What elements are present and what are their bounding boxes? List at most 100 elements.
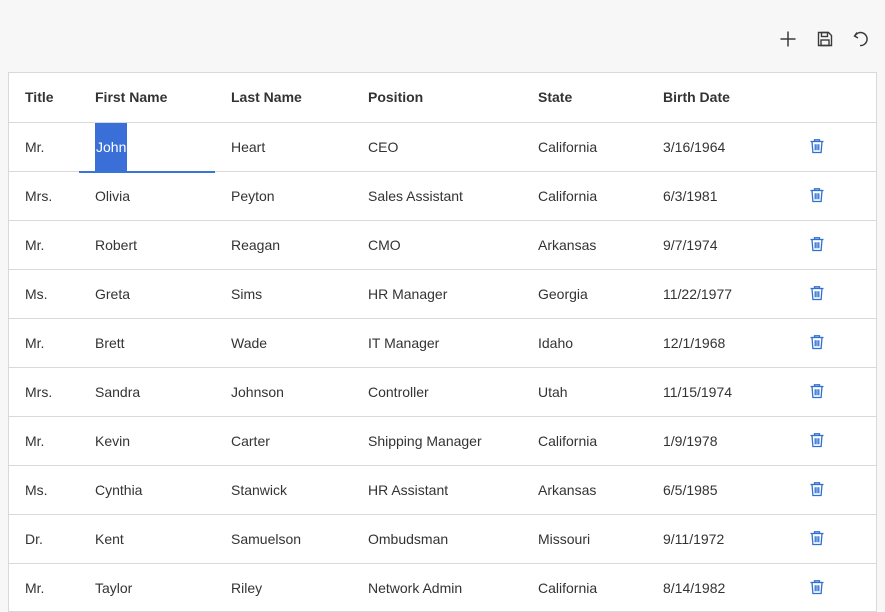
delete-button[interactable] [807, 332, 827, 352]
cell-actions [797, 270, 877, 319]
selected-text[interactable]: John [95, 123, 127, 171]
trash-icon [808, 235, 826, 253]
header-last-name[interactable]: Last Name [215, 73, 352, 122]
cell-title[interactable]: Mr. [9, 417, 79, 466]
header-title[interactable]: Title [9, 73, 79, 122]
cell-last-name[interactable]: Heart [215, 122, 352, 172]
cell-last-name[interactable]: Peyton [215, 172, 352, 221]
cell-actions [797, 466, 877, 515]
cell-birth-date[interactable]: 11/15/1974 [647, 368, 797, 417]
save-icon [815, 29, 835, 49]
header-first-name[interactable]: First Name [79, 73, 215, 122]
cell-birth-date[interactable]: 9/7/1974 [647, 221, 797, 270]
cell-title[interactable]: Mr. [9, 564, 79, 612]
cell-title[interactable]: Ms. [9, 270, 79, 319]
delete-button[interactable] [807, 381, 827, 401]
cell-birth-date[interactable]: 6/5/1985 [647, 466, 797, 515]
delete-button[interactable] [807, 136, 827, 156]
cell-first-name[interactable]: Brett [79, 319, 215, 368]
cell-last-name[interactable]: Reagan [215, 221, 352, 270]
cell-state[interactable]: Arkansas [522, 221, 647, 270]
cell-first-name[interactable]: Robert [79, 221, 215, 270]
cell-first-name[interactable]: Taylor [79, 564, 215, 612]
cell-title[interactable]: Mr. [9, 221, 79, 270]
cell-birth-date[interactable]: 11/22/1977 [647, 270, 797, 319]
table-row: Mr. Brett Wade IT Manager Idaho 12/1/196… [9, 319, 877, 368]
cell-position[interactable]: HR Manager [352, 270, 522, 319]
cell-position[interactable]: Network Admin [352, 564, 522, 612]
cell-state[interactable]: Georgia [522, 270, 647, 319]
cell-state[interactable]: California [522, 417, 647, 466]
cell-last-name[interactable]: Samuelson [215, 515, 352, 564]
cell-position[interactable]: CMO [352, 221, 522, 270]
cell-first-name[interactable]: Kent [79, 515, 215, 564]
header-birth-date[interactable]: Birth Date [647, 73, 797, 122]
cell-position[interactable]: Controller [352, 368, 522, 417]
cell-actions [797, 122, 877, 172]
cell-title[interactable]: Mr. [9, 122, 79, 172]
cell-first-name[interactable]: Sandra [79, 368, 215, 417]
cell-title[interactable]: Dr. [9, 515, 79, 564]
table-row: Mrs. Olivia Peyton Sales Assistant Calif… [9, 172, 877, 221]
cell-last-name[interactable]: Stanwick [215, 466, 352, 515]
cell-last-name[interactable]: Carter [215, 417, 352, 466]
cell-first-name[interactable]: Olivia [79, 172, 215, 221]
cell-actions [797, 564, 877, 612]
header-position[interactable]: Position [352, 73, 522, 122]
add-row-button[interactable] [775, 26, 801, 52]
delete-button[interactable] [807, 577, 827, 597]
cell-last-name[interactable]: Riley [215, 564, 352, 612]
revert-button[interactable] [848, 26, 874, 52]
cell-actions [797, 172, 877, 221]
cell-last-name[interactable]: Wade [215, 319, 352, 368]
cell-state[interactable]: Missouri [522, 515, 647, 564]
cell-birth-date[interactable]: 6/3/1981 [647, 172, 797, 221]
cell-birth-date[interactable]: 9/11/1972 [647, 515, 797, 564]
header-actions [797, 73, 877, 122]
cell-state[interactable]: Arkansas [522, 466, 647, 515]
cell-actions [797, 417, 877, 466]
cell-actions [797, 319, 877, 368]
delete-button[interactable] [807, 234, 827, 254]
delete-button[interactable] [807, 479, 827, 499]
delete-button[interactable] [807, 283, 827, 303]
cell-position[interactable]: Sales Assistant [352, 172, 522, 221]
table-row: Mr. Robert Reagan CMO Arkansas 9/7/1974 [9, 221, 877, 270]
cell-position[interactable]: HR Assistant [352, 466, 522, 515]
cell-position[interactable]: Shipping Manager [352, 417, 522, 466]
cell-state[interactable]: Utah [522, 368, 647, 417]
delete-button[interactable] [807, 430, 827, 450]
cell-title[interactable]: Mrs. [9, 368, 79, 417]
header-state[interactable]: State [522, 73, 647, 122]
cell-title[interactable]: Mrs. [9, 172, 79, 221]
cell-birth-date[interactable]: 8/14/1982 [647, 564, 797, 612]
cell-birth-date[interactable]: 3/16/1964 [647, 122, 797, 172]
trash-icon [808, 578, 826, 596]
cell-state[interactable]: California [522, 172, 647, 221]
cell-first-name[interactable]: Kevin [79, 417, 215, 466]
save-button[interactable] [812, 26, 838, 52]
trash-icon [808, 137, 826, 155]
cell-state[interactable]: California [522, 122, 647, 172]
table-row: Ms. Greta Sims HR Manager Georgia 11/22/… [9, 270, 877, 319]
cell-last-name[interactable]: Sims [215, 270, 352, 319]
cell-birth-date[interactable]: 1/9/1978 [647, 417, 797, 466]
delete-button[interactable] [807, 185, 827, 205]
cell-first-name[interactable]: Cynthia [79, 466, 215, 515]
cell-position[interactable]: IT Manager [352, 319, 522, 368]
cell-state[interactable]: Idaho [522, 319, 647, 368]
data-grid: Title First Name Last Name Position Stat… [8, 72, 877, 612]
cell-birth-date[interactable]: 12/1/1968 [647, 319, 797, 368]
delete-button[interactable] [807, 528, 827, 548]
table-row: Dr. Kent Samuelson Ombudsman Missouri 9/… [9, 515, 877, 564]
cell-position[interactable]: CEO [352, 122, 522, 172]
cell-position[interactable]: Ombudsman [352, 515, 522, 564]
cell-first-name-editor[interactable]: John [79, 122, 215, 172]
cell-title[interactable]: Ms. [9, 466, 79, 515]
cell-last-name[interactable]: Johnson [215, 368, 352, 417]
cell-state[interactable]: California [522, 564, 647, 612]
cell-title[interactable]: Mr. [9, 319, 79, 368]
grid-toolbar [0, 0, 885, 72]
cell-first-name[interactable]: Greta [79, 270, 215, 319]
table-row: Mr. Taylor Riley Network Admin Californi… [9, 564, 877, 612]
